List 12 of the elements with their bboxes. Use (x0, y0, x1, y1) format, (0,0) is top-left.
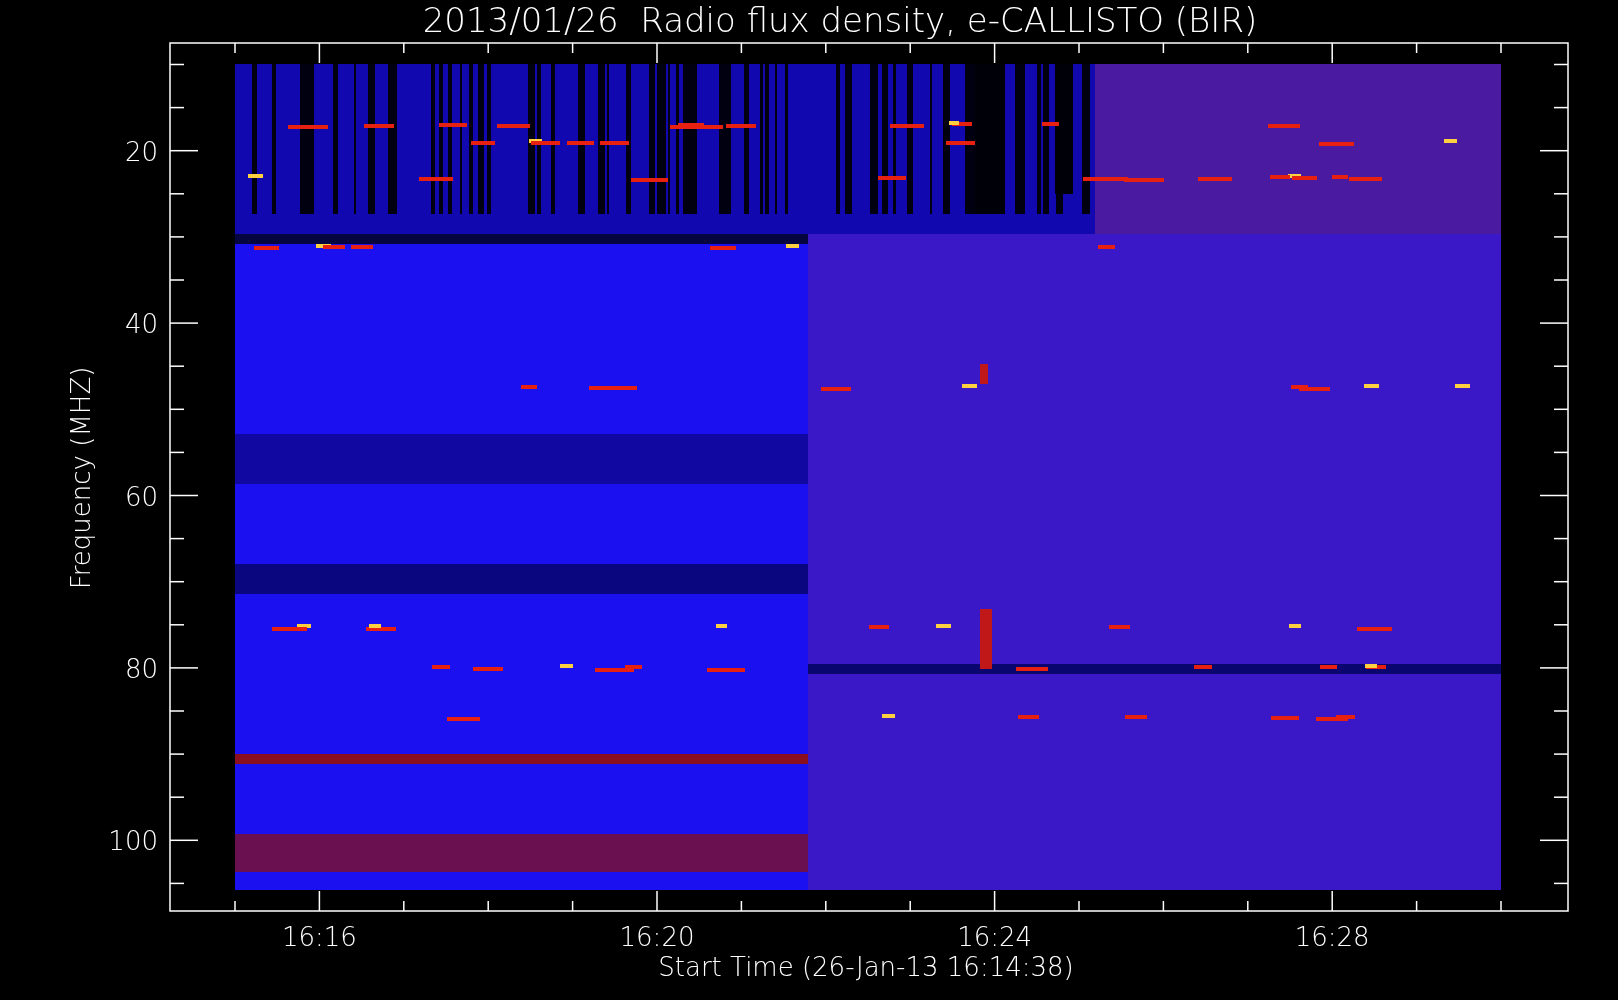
x-axis-title: Start Time (26-Jan-13 16:14:38) (658, 952, 1074, 982)
y-axis-title: Frequency (MHZ) (66, 366, 96, 590)
y-tick-label: 100 (108, 826, 158, 857)
x-tick-label: 16:20 (619, 922, 695, 952)
chart-title: 2013/01/26 Radio flux density, e-CALLISTO (BIR) (422, 0, 1258, 40)
y-tick-label: 60 (124, 481, 158, 512)
x-tick-label: 16:24 (957, 922, 1033, 952)
y-tick-label: 80 (124, 653, 158, 684)
y-tick-label: 40 (124, 309, 158, 340)
x-tick-label: 16:28 (1294, 922, 1370, 952)
y-tick-label: 20 (124, 136, 158, 167)
x-tick-label: 16:16 (281, 922, 357, 952)
